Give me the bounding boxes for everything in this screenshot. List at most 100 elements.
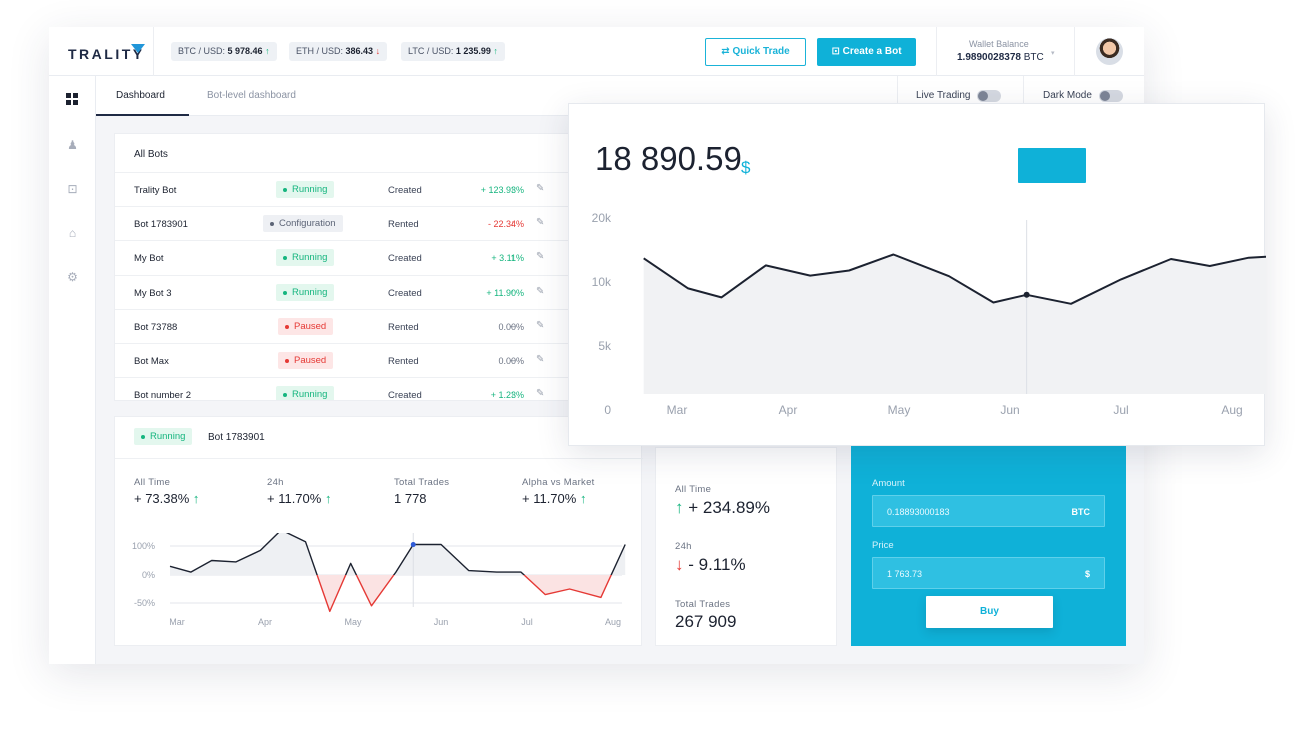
sidebar: ♟ ⊡ ⌂ ⚙ xyxy=(49,76,96,664)
quick-trade-button[interactable]: ⇄ Quick Trade xyxy=(705,38,806,66)
bot-row[interactable]: My Bot Running Created + 3.11% ↑ ✎ xyxy=(115,240,602,274)
edit-icon[interactable]: ✎ xyxy=(536,320,544,331)
day-value: ↓ - 9.11% xyxy=(675,555,746,575)
y-tick-label: -50% xyxy=(134,598,155,608)
wallet-balance-value[interactable]: 1.9890028378 BTC xyxy=(957,52,1044,63)
dark-mode-toggle[interactable] xyxy=(1099,90,1123,102)
bot-row[interactable]: My Bot 3 Running Created + 11.90% ↑ ✎ xyxy=(115,274,602,309)
bot-name: Bot 73788 xyxy=(134,321,178,333)
status-badge: Running xyxy=(134,428,193,445)
price-value: 1 763.73 xyxy=(887,569,923,579)
swap-icon: ⇄ xyxy=(721,46,730,57)
arrow-up-icon: ↑ xyxy=(510,389,515,400)
status-badge: Paused xyxy=(278,317,334,335)
stat-all-time: + 73.38% ↑ xyxy=(134,491,199,506)
price-input[interactable]: 1 763.73 $ xyxy=(872,557,1105,589)
bot-row[interactable]: Bot 1783901 Configuration Rented - 22.34% ↓ ✎ xyxy=(115,206,602,240)
x-tick-label: Apr xyxy=(779,403,798,417)
store-icon[interactable]: ⌂ xyxy=(66,227,79,240)
tab-bot-level-dashboard[interactable]: Bot-level dashboard xyxy=(207,90,296,101)
stat-value: + 11.70% xyxy=(267,491,322,506)
edit-icon[interactable]: ✎ xyxy=(536,183,544,194)
stat-total-trades: 1 778 xyxy=(394,491,427,506)
bot-row[interactable]: Bot 73788 Paused Rented 0.00% – ✎ xyxy=(115,308,602,343)
x-tick-label: Jul xyxy=(1113,403,1128,417)
bot-type: Created xyxy=(388,253,422,265)
edit-icon[interactable]: ✎ xyxy=(536,251,544,262)
bot-performance: + 3.11% xyxy=(491,253,524,264)
x-tick-label: Aug xyxy=(1221,403,1242,417)
bot-performance-chart: 100% 0% -50% Mar Apr May Jun Jul Aug xyxy=(132,533,626,627)
arrow-up-icon: ↑ xyxy=(675,498,684,517)
ticker-ltc: LTC / USD: 1 235.99 ↑ xyxy=(401,42,505,61)
buy-button[interactable]: Buy xyxy=(926,596,1053,628)
arrow-up-icon: ↑ xyxy=(510,184,515,194)
chevron-down-icon[interactable]: ▾ xyxy=(1051,49,1055,57)
bot-row[interactable]: Trality Bot Running Created + 123.93% ↑ ✎ xyxy=(115,172,602,206)
bot-row[interactable]: Bot number 2 Running Created + 1.23% ↑ ✎ xyxy=(115,377,602,401)
arrow-down-icon: ↓ xyxy=(675,555,684,574)
user-avatar[interactable] xyxy=(1096,38,1123,65)
tab-dashboard[interactable]: Dashboard xyxy=(116,90,165,101)
bot-type: Created xyxy=(388,390,422,401)
arrow-up-icon: ↑ xyxy=(510,252,515,263)
x-tick-label: May xyxy=(344,617,362,627)
ticker-value: 386.43 xyxy=(345,46,374,56)
price-history-chart: 0 5k 10k 20k Mar Apr May Jun Jul Aug xyxy=(592,211,1266,417)
create-bot-button[interactable]: ⊡ Create a Bot xyxy=(817,38,916,66)
bot-detail-header: Running Bot 1783901 xyxy=(115,417,643,459)
amount-input[interactable]: 0.18893000183 BTC xyxy=(872,495,1105,527)
y-tick-label: 0% xyxy=(142,570,155,580)
amount-unit: BTC xyxy=(1071,507,1091,517)
bot-name: Bot 1783901 xyxy=(134,219,188,231)
stat-value: + 73.38% xyxy=(134,491,190,506)
status-badge: Paused xyxy=(278,352,334,369)
arrow-up-icon: ↑ xyxy=(493,46,498,56)
all-time-label: All Time xyxy=(675,484,712,495)
active-tab-indicator xyxy=(96,114,189,116)
price-unit: $ xyxy=(1084,569,1090,579)
stat-label: Alpha vs Market xyxy=(522,477,595,488)
arrow-up-icon: ↑ xyxy=(510,286,515,297)
total-trades-value: 267 909 xyxy=(675,612,737,631)
status-badge: Running xyxy=(276,386,335,400)
price-chart-popup: 18 890.59 $ 0 5k 10k 20k Mar Apr May Jun Jul Aug xyxy=(568,103,1266,446)
live-trading-toggle[interactable] xyxy=(977,90,1001,102)
edit-icon[interactable]: ✎ xyxy=(536,354,544,365)
quick-trade-label: Quick Trade xyxy=(732,46,790,57)
bot-detail-title: Bot 1783901 xyxy=(208,432,265,443)
x-tick-label: May xyxy=(888,403,911,417)
bot-row[interactable]: Bot Max Paused Rented 0.00% – ✎ xyxy=(115,343,602,377)
ticker-value: 1 235.99 xyxy=(455,46,491,56)
ticker-label: ETH / USD: xyxy=(296,46,344,56)
dark-mode-label: Dark Mode xyxy=(1043,90,1092,101)
settings-icon[interactable]: ⚙ xyxy=(66,271,79,284)
create-bot-label: Create a Bot xyxy=(842,46,902,57)
edit-icon[interactable]: ✎ xyxy=(536,217,544,228)
stat-alpha-vs-market: + 11.70% ↑ xyxy=(522,491,586,506)
arrow-down-icon: ↓ xyxy=(375,46,381,56)
bot-type: Created xyxy=(388,287,422,299)
bot-icon[interactable]: ⊡ xyxy=(66,183,79,196)
price-label: Price xyxy=(872,540,894,551)
bot-type: Created xyxy=(388,185,422,196)
bot-type: Rented xyxy=(388,321,419,333)
ticker-label: BTC / USD: xyxy=(178,46,226,56)
bot-performance: + 1.23% xyxy=(490,390,524,401)
highlight-point[interactable] xyxy=(1023,291,1030,298)
edit-icon[interactable]: ✎ xyxy=(536,388,544,399)
stat-label: 24h xyxy=(267,477,284,488)
popup-action-button[interactable] xyxy=(1018,148,1086,183)
bot-detail-card: Running Bot 1783901 All Time + 73.38% ↑ … xyxy=(114,416,643,646)
bot-performance: - 22.34% xyxy=(487,219,524,230)
chess-piece-icon[interactable]: ♟ xyxy=(66,139,79,152)
arrow-down-icon: ↓ xyxy=(510,218,515,229)
dash-icon: – xyxy=(510,355,516,365)
arrow-up-icon: ↑ xyxy=(265,46,270,56)
dashboard-grid-icon[interactable] xyxy=(66,93,79,106)
arrow-up-icon: ↑ xyxy=(192,491,200,506)
x-tick-label: Mar xyxy=(667,403,688,417)
y-tick-label: 20k xyxy=(592,211,612,225)
edit-icon[interactable]: ✎ xyxy=(536,286,544,297)
highlight-point[interactable] xyxy=(410,542,416,548)
